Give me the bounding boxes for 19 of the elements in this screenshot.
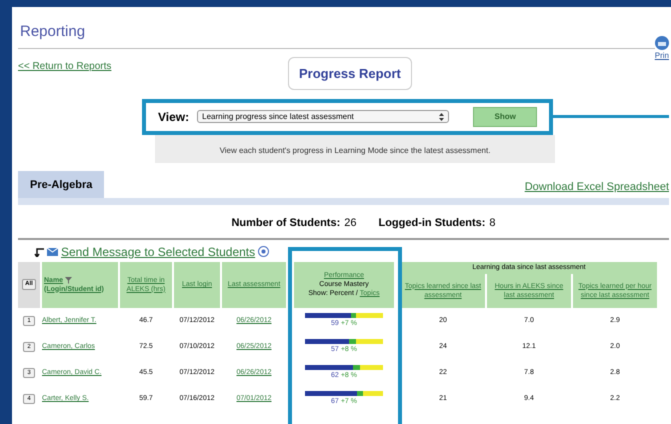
- print-link[interactable]: Prin: [654, 50, 669, 62]
- send-message-link[interactable]: Send Message to Selected Students: [61, 242, 256, 260]
- progress-report-button[interactable]: Progress Report: [288, 56, 412, 90]
- count-value: 26: [344, 216, 356, 231]
- count-value: 8: [489, 216, 496, 231]
- filter-icon[interactable]: [65, 276, 72, 284]
- count-label: Number of Students:: [231, 216, 340, 231]
- view-description: View each student's progress in Learning Mode since the latest assessment.: [220, 146, 490, 154]
- course-tab[interactable]: Pre-Algebra: [18, 170, 104, 198]
- envelope-icon: [47, 248, 58, 256]
- page-title: Reporting: [20, 22, 86, 42]
- view-label: View:: [158, 108, 190, 126]
- view-select[interactable]: Learning progress since latest assessment: [197, 110, 450, 123]
- return-link[interactable]: << Return to Reports: [18, 58, 112, 74]
- show-button[interactable]: Show: [473, 106, 537, 126]
- count-label: Logged-in Students:: [378, 216, 486, 231]
- download-link[interactable]: Download Excel Spreadsheet: [524, 178, 669, 195]
- stepper-arrows-icon: [439, 112, 444, 120]
- arrow-icon: [34, 246, 44, 256]
